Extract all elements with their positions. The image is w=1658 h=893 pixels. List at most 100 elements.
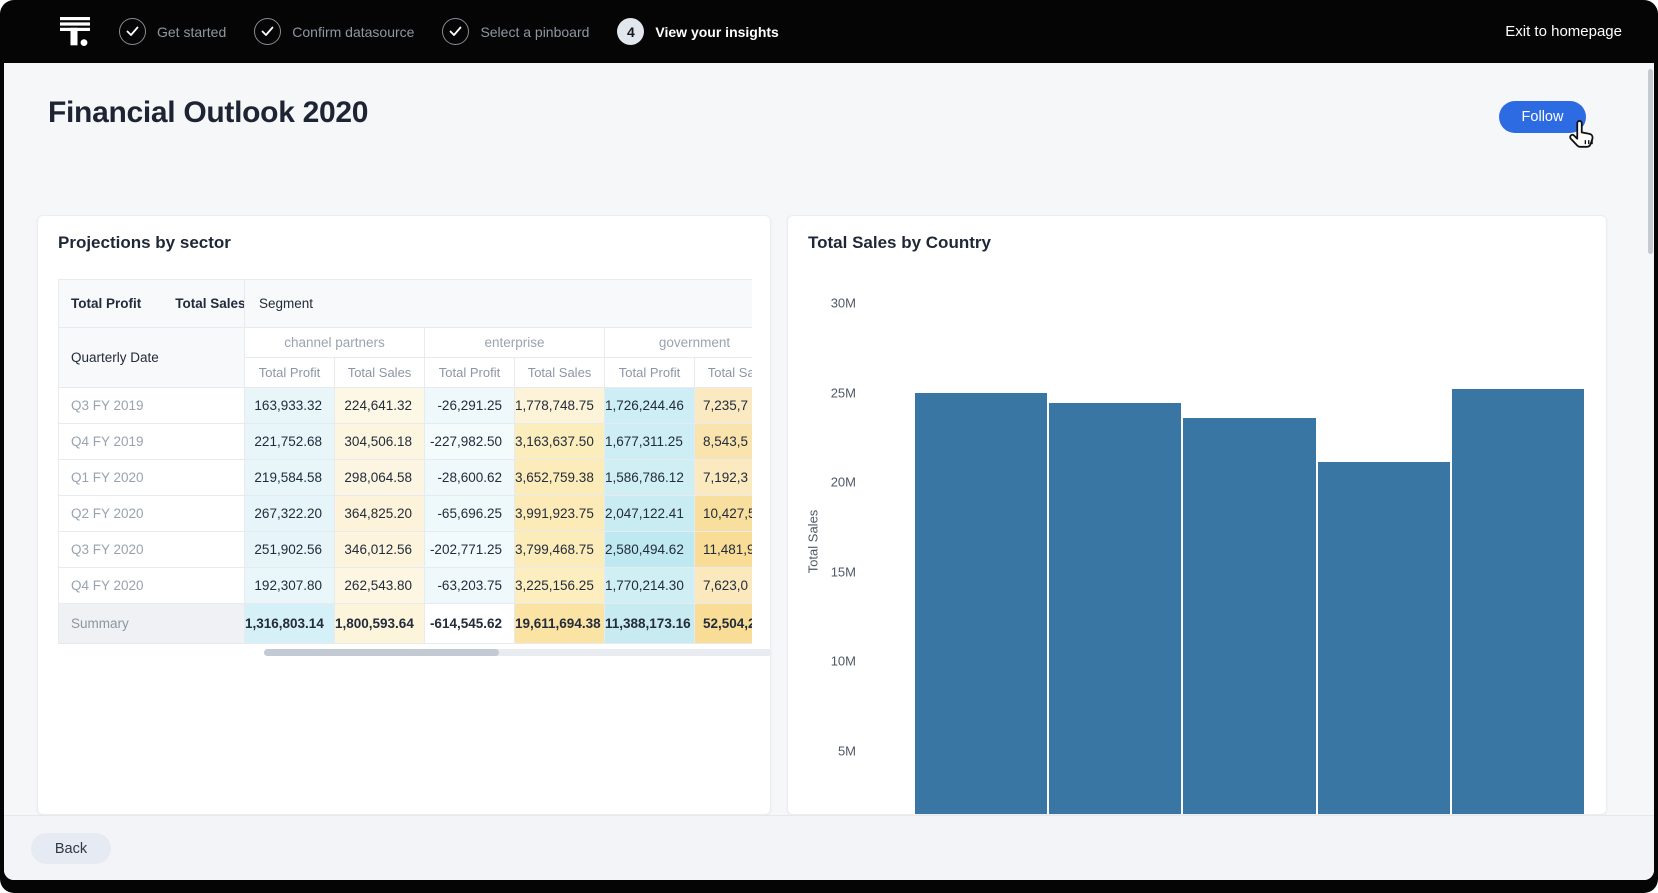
chart-bar-5[interactable] (1452, 389, 1584, 814)
step-done-circle (119, 18, 146, 45)
measure-sub-header: Total Sales (335, 358, 425, 388)
step-number-circle: 4 (617, 18, 644, 45)
y-axis-tick-label: 15M (788, 564, 856, 579)
y-axis-tick-label: 30M (788, 296, 856, 311)
projections-table-card: Projections by sector Total ProfitTotal … (37, 215, 771, 815)
measure-sub-header: Total Profit (605, 358, 695, 388)
table-row: Q2 FY 2020267,322.20364,825.20-65,696.25… (59, 496, 753, 532)
row-header-cell: Quarterly Date (59, 328, 245, 388)
value-cell: 1,770,214.30 (605, 568, 695, 604)
measure-sub-header: Total Profit (425, 358, 515, 388)
value-cell: 298,064.58 (335, 460, 425, 496)
back-button[interactable]: Back (31, 833, 111, 864)
value-cell: 7,623,0 (695, 568, 753, 604)
thoughtspot-logo-icon (57, 12, 93, 52)
value-cell: 219,584.58 (245, 460, 335, 496)
value-cell: 251,902.56 (245, 532, 335, 568)
row-label-cell: Summary (59, 604, 245, 644)
vertical-scrollbar-thumb[interactable] (1648, 69, 1653, 254)
horizontal-scrollbar-track[interactable] (264, 649, 771, 656)
y-axis-tick-label: 10M (788, 654, 856, 669)
value-cell: 3,652,759.38 (515, 460, 605, 496)
value-cell: 364,825.20 (335, 496, 425, 532)
page-content: Financial Outlook 2020 Follow Projection… (4, 63, 1654, 880)
check-icon (261, 26, 274, 37)
value-cell: 221,752.68 (245, 424, 335, 460)
step-done-circle (254, 18, 281, 45)
measures-header-row: Total ProfitTotal SalesSegment (59, 280, 753, 328)
y-axis-tick-label: 25M (788, 385, 856, 400)
table-row: Summary1,316,803.141,800,593.64-614,545.… (59, 604, 753, 644)
wizard-footer: Back (4, 815, 1654, 880)
value-cell: 1,726,244.46 (605, 388, 695, 424)
value-cell: 3,225,156.25 (515, 568, 605, 604)
chart-bar-3[interactable] (1183, 418, 1315, 814)
wizard-step-2[interactable]: Confirm datasource (254, 18, 414, 45)
value-cell: 11,388,173.16 (605, 604, 695, 644)
value-cell: 7,235,7 (695, 388, 753, 424)
table-row: Q1 FY 2020219,584.58298,064.58-28,600.62… (59, 460, 753, 496)
chart-y-axis-title: Total Sales (806, 482, 821, 602)
value-cell: -614,545.62 (425, 604, 515, 644)
row-label-cell: Q2 FY 2020 (59, 496, 245, 532)
step-label: Get started (157, 24, 226, 40)
value-cell: 304,506.18 (335, 424, 425, 460)
row-label-cell: Q4 FY 2020 (59, 568, 245, 604)
value-cell: 7,192,3 (695, 460, 753, 496)
follow-button[interactable]: Follow (1499, 101, 1586, 133)
segment-group-header: government (605, 328, 753, 358)
chart-bar-2[interactable] (1049, 403, 1181, 814)
follow-button-area: Follow (1499, 101, 1586, 133)
wizard-step-3[interactable]: Select a pinboard (442, 18, 589, 45)
wizard-steps: Get started Confirm datasource Select a pi… (119, 18, 779, 45)
value-cell: 1,586,786.12 (605, 460, 695, 496)
table-row: Q3 FY 2020251,902.56346,012.56-202,771.2… (59, 532, 753, 568)
pivot-table-viewport: Total ProfitTotal SalesSegmentQuarterly … (58, 279, 752, 644)
pivot-table: Total ProfitTotal SalesSegmentQuarterly … (58, 279, 752, 644)
value-cell: 224,641.32 (335, 388, 425, 424)
chart-bar-1[interactable] (915, 393, 1047, 815)
value-cell: 2,580,494.62 (605, 532, 695, 568)
wizard-step-4[interactable]: 4View your insights (617, 18, 778, 45)
row-label-cell: Q1 FY 2020 (59, 460, 245, 496)
value-cell: -63,203.75 (425, 568, 515, 604)
check-icon (126, 26, 139, 37)
value-cell: -28,600.62 (425, 460, 515, 496)
total-sales-chart-card: Total Sales by Country Total Sales 30M25… (787, 215, 1607, 815)
wizard-topbar: Get started Confirm datasource Select a pi… (0, 0, 1658, 63)
chart-bar-4[interactable] (1318, 462, 1450, 814)
value-cell: 192,307.80 (245, 568, 335, 604)
y-axis-tick-label: 20M (788, 475, 856, 490)
group-header-row: Quarterly Datechannel partnersenterprise… (59, 328, 753, 358)
measure-headers-cell: Total ProfitTotal Sales (59, 280, 245, 328)
value-cell: 3,799,468.75 (515, 532, 605, 568)
value-cell: 11,481,9 (695, 532, 753, 568)
value-cell: -202,771.25 (425, 532, 515, 568)
horizontal-scrollbar-thumb[interactable] (264, 649, 499, 656)
value-cell: 3,991,923.75 (515, 496, 605, 532)
value-cell: 19,611,694.38 (515, 604, 605, 644)
segment-header-cell: Segment (245, 280, 753, 328)
value-cell: 1,316,803.14 (245, 604, 335, 644)
page-title: Financial Outlook 2020 (48, 96, 368, 130)
y-axis-tick-label: 5M (788, 743, 856, 758)
value-cell: 1,677,311.25 (605, 424, 695, 460)
chart-bars-area (915, 216, 1584, 814)
value-cell: -65,696.25 (425, 496, 515, 532)
value-cell: 262,543.80 (335, 568, 425, 604)
wizard-step-1[interactable]: Get started (119, 18, 226, 45)
value-cell: -227,982.50 (425, 424, 515, 460)
value-cell: 52,504,2 (695, 604, 753, 644)
value-cell: 346,012.56 (335, 532, 425, 568)
value-cell: 2,047,122.41 (605, 496, 695, 532)
app-window: Get started Confirm datasource Select a pi… (0, 0, 1658, 893)
value-cell: 1,778,748.75 (515, 388, 605, 424)
step-label: Select a pinboard (480, 24, 589, 40)
measure-sub-header: Total Sales (515, 358, 605, 388)
measure-sub-header: Total Sales (695, 358, 753, 388)
value-cell: 163,933.32 (245, 388, 335, 424)
value-cell: 1,800,593.64 (335, 604, 425, 644)
step-label: Confirm datasource (292, 24, 414, 40)
value-cell: 8,543,5 (695, 424, 753, 460)
exit-to-homepage-link[interactable]: Exit to homepage (1505, 23, 1622, 40)
